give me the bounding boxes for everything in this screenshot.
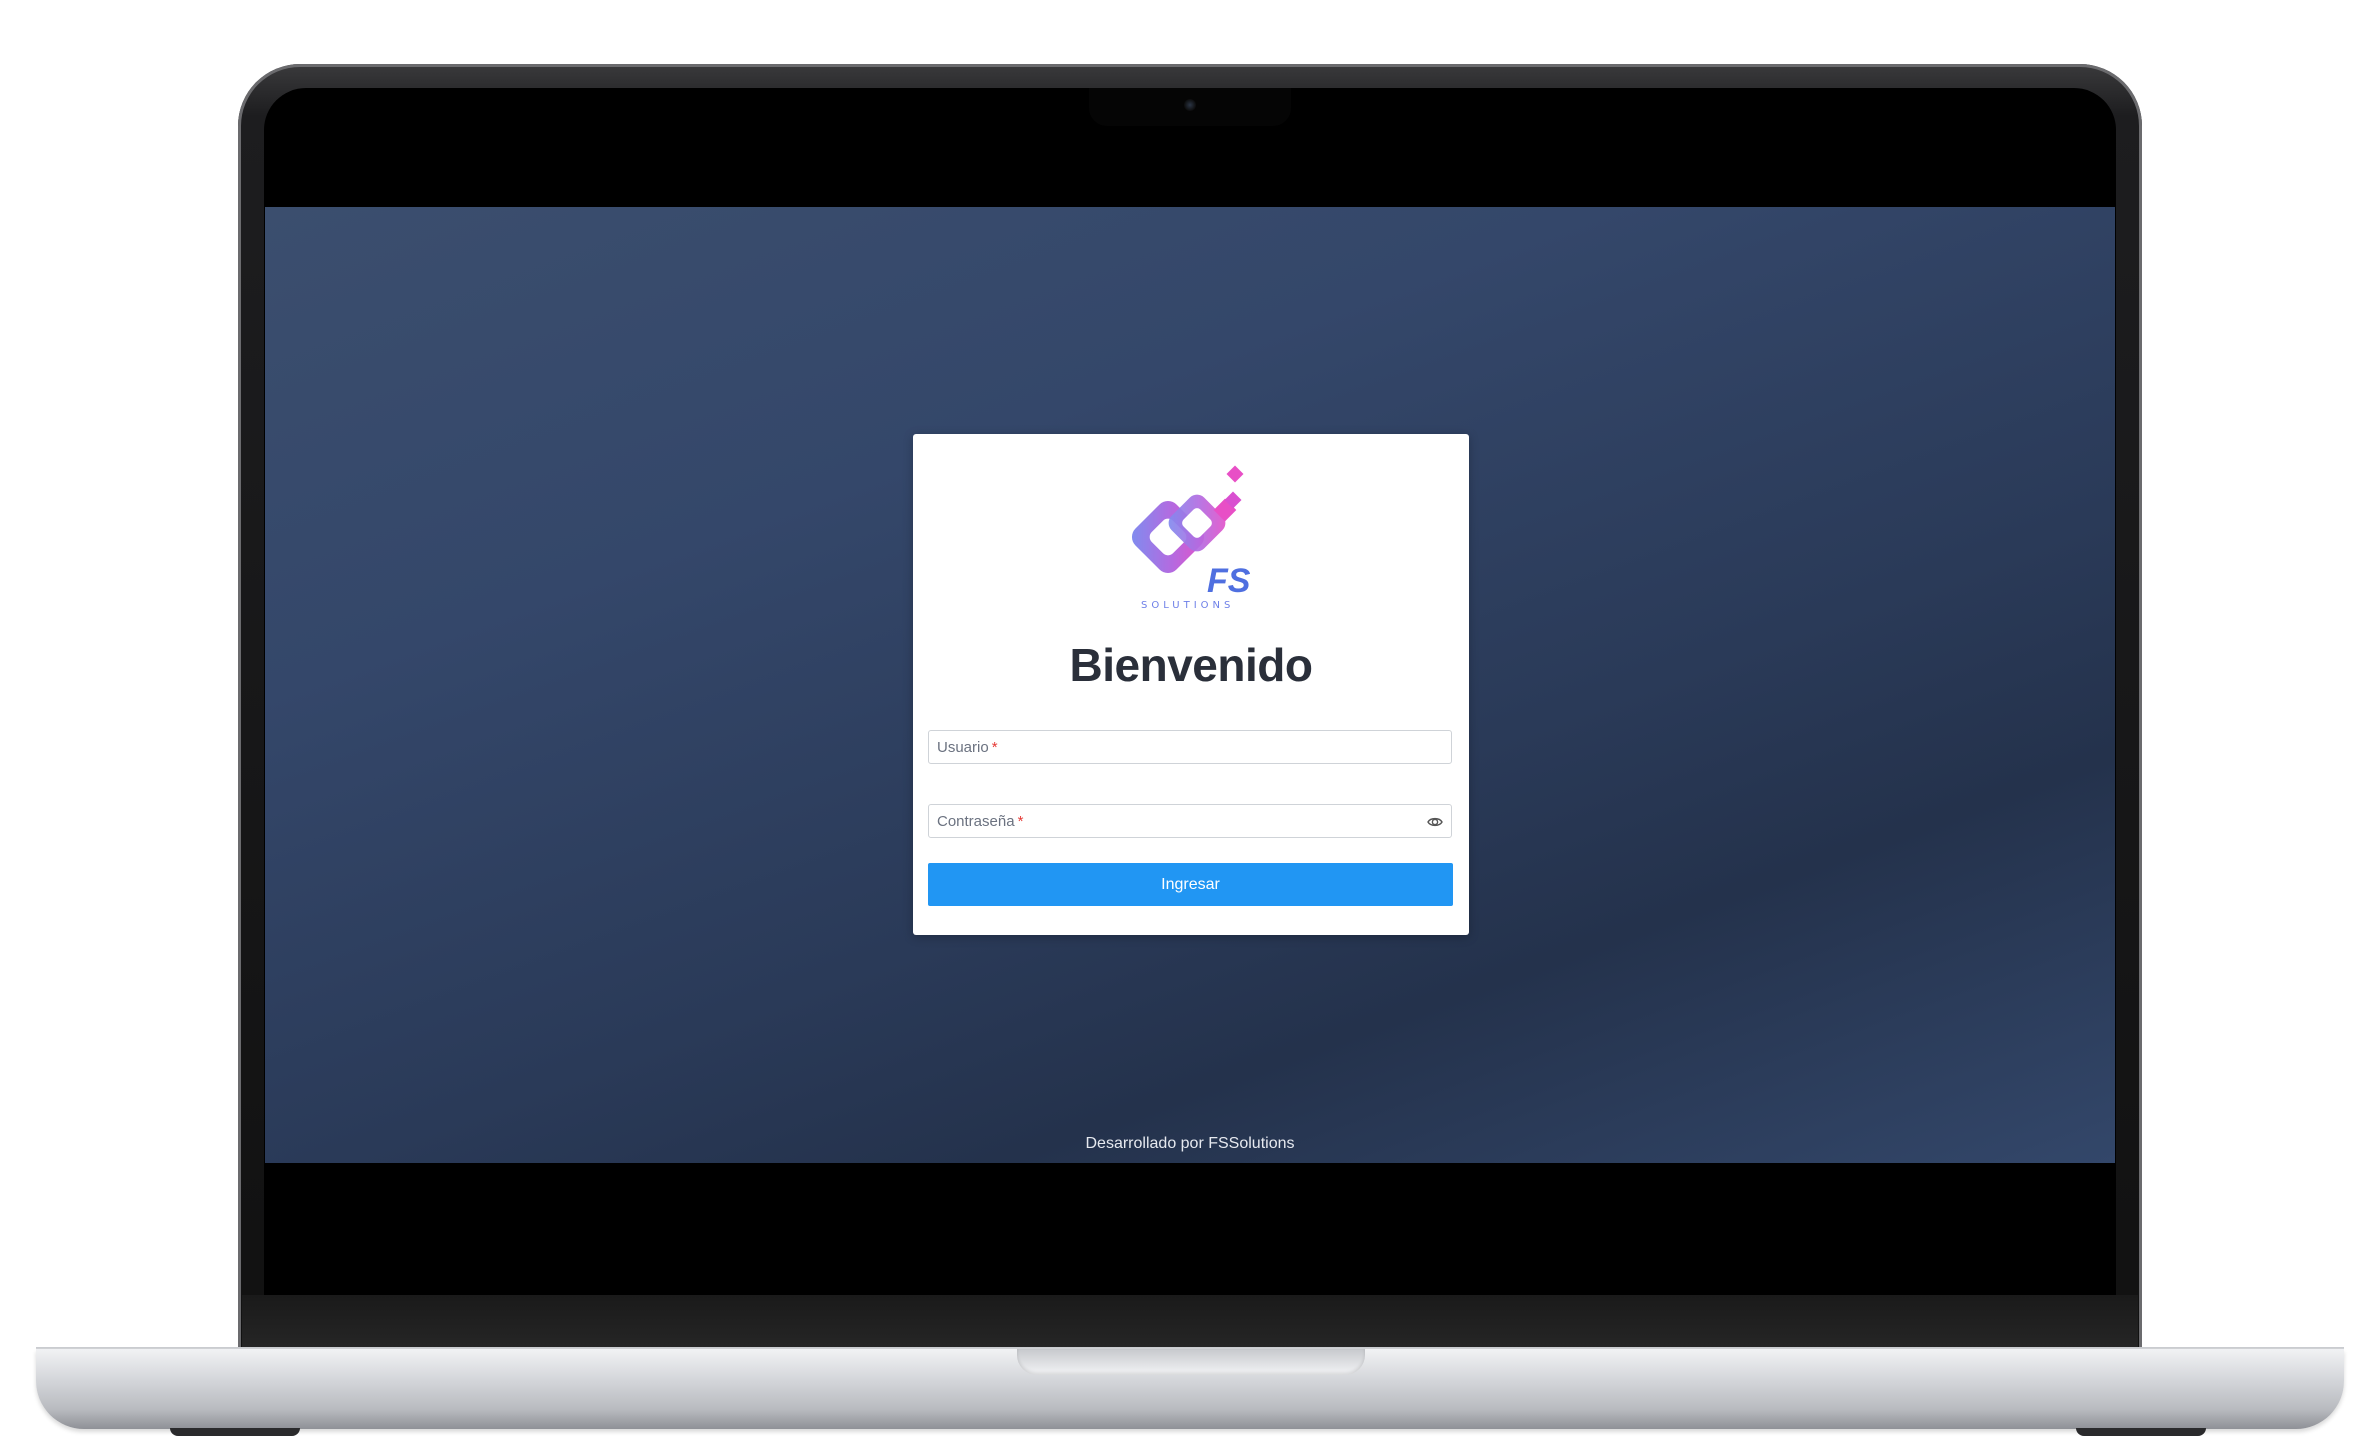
laptop-foot-right [2076, 1428, 2206, 1436]
username-required-mark: * [991, 739, 998, 756]
username-label: Usuario * [937, 739, 998, 756]
fs-solutions-logo: FS SOLUTIONS [1119, 458, 1269, 611]
password-field[interactable]: Contraseña * [928, 804, 1452, 838]
password-label: Contraseña * [937, 813, 1024, 830]
login-card: FS SOLUTIONS Bienvenido Usuario * Contras… [913, 434, 1469, 935]
svg-text:SOLUTIONS: SOLUTIONS [1141, 600, 1234, 610]
login-submit-button[interactable]: Ingresar [928, 863, 1453, 906]
welcome-title: Bienvenido [1069, 639, 1313, 691]
eye-icon[interactable] [1427, 814, 1443, 830]
laptop-mockup: FS SOLUTIONS Bienvenido Usuario * Contras… [0, 0, 2367, 1455]
laptop-foot-left [170, 1428, 300, 1436]
camera-icon [1184, 99, 1196, 111]
svg-text:FS: FS [1207, 562, 1251, 600]
password-required-mark: * [1017, 813, 1024, 830]
username-field[interactable]: Usuario * [928, 730, 1452, 764]
app-screen: FS SOLUTIONS Bienvenido Usuario * Contras… [265, 207, 2115, 1163]
lid-opening-notch [1017, 1349, 1365, 1375]
screen-chin [242, 1295, 2138, 1350]
footer-credit: Desarrollado por FSSolutions [1085, 1135, 1295, 1152]
